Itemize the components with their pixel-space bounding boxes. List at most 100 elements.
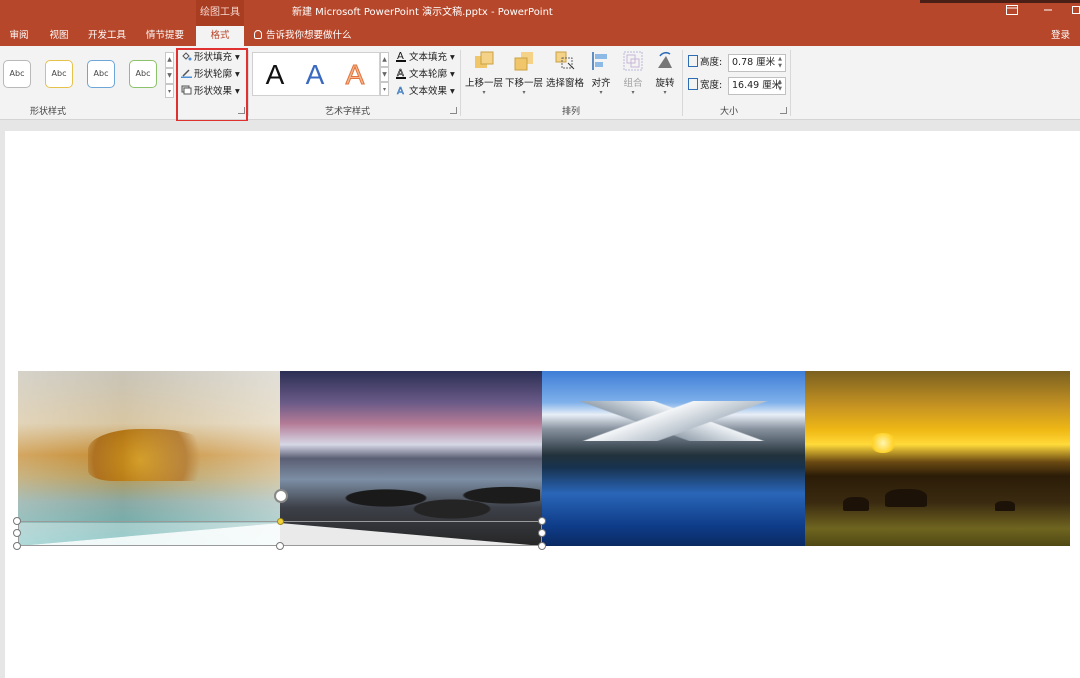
shape-style-2[interactable]: Abc	[45, 60, 73, 88]
width-icon	[688, 78, 698, 90]
shape-style-1[interactable]: Abc	[3, 60, 31, 88]
bring-forward-label: 上移一层	[465, 78, 504, 89]
tab-view[interactable]: 视图	[44, 26, 74, 46]
resize-handle[interactable]	[538, 542, 546, 550]
tab-review[interactable]: 审阅	[4, 26, 34, 46]
tell-me-label: 告诉我你想要做什么	[266, 30, 352, 41]
height-input[interactable]: 0.78 厘米 ▲ ▼	[728, 54, 786, 72]
title-accent-strip	[920, 0, 1080, 3]
gallery-more-icon[interactable]: ▾	[165, 84, 174, 98]
text-fill-button[interactable]: A 文本填充 ▾	[396, 50, 455, 66]
drawing-tools-header: 绘图工具	[196, 0, 244, 26]
adjust-handle[interactable]	[277, 518, 284, 525]
resize-handle[interactable]	[13, 542, 21, 550]
wordart-scroll-down-icon[interactable]: ▼	[380, 67, 389, 82]
highlight-annotation-box	[176, 48, 248, 122]
bring-forward-icon	[475, 51, 494, 68]
resize-handle[interactable]	[538, 517, 546, 525]
shape-style-3[interactable]: Abc	[87, 60, 115, 88]
wordart-style-blue[interactable]: A	[295, 55, 335, 95]
wordart-scroll-up-icon[interactable]: ▲	[380, 52, 389, 67]
arrange-label: 排列	[562, 107, 581, 117]
shape-styles-label: 形状样式	[30, 107, 67, 117]
align-icon	[592, 52, 607, 70]
align-button[interactable]: 对齐 ▾	[590, 50, 612, 97]
shape-styles-gallery: Abc Abc Abc Abc ▲ ▼ ▾	[0, 50, 176, 98]
bring-forward-button[interactable]: 上移一层 ▾	[465, 50, 503, 97]
resize-handle[interactable]	[13, 517, 21, 525]
title-bar: 绘图工具 新建 Microsoft PowerPoint 演示文稿.pptx -…	[0, 0, 1080, 26]
width-value: 16.49 厘米	[732, 80, 782, 91]
text-effects-icon: A	[397, 86, 405, 96]
slide[interactable]	[5, 131, 1080, 678]
maximize-icon[interactable]	[1066, 4, 1080, 20]
login-link[interactable]: 登录	[1051, 26, 1070, 46]
width-input[interactable]: 16.49 厘米 ▲ ▼	[728, 77, 786, 95]
group-divider	[790, 50, 791, 116]
group-divider	[460, 50, 461, 116]
text-fill-label: 文本填充	[409, 52, 448, 63]
group-icon	[623, 51, 643, 71]
lightbulb-icon	[254, 30, 262, 39]
window-title: 新建 Microsoft PowerPoint 演示文稿.pptx - Powe…	[292, 7, 553, 18]
wordart-style-orange[interactable]: A	[335, 55, 375, 95]
height-row: 高度: 0.78 厘米 ▲ ▼	[688, 54, 786, 72]
text-effects-label: 文本效果	[409, 86, 448, 97]
wordart-style-black[interactable]: A	[255, 55, 295, 95]
send-backward-label: 下移一层	[505, 78, 544, 89]
selection-pane-label: 选择窗格	[546, 78, 585, 89]
photo-sunset-horses[interactable]	[805, 371, 1070, 546]
gallery-scroll-up-icon[interactable]: ▲	[165, 52, 174, 68]
resize-handle[interactable]	[13, 529, 21, 537]
text-outline-button[interactable]: A 文本轮廓 ▾	[396, 67, 455, 83]
wordart-more-icon[interactable]: ▾	[380, 82, 389, 96]
send-backward-icon	[514, 52, 533, 71]
wordart-styles-label: 艺术字样式	[325, 107, 371, 117]
resize-handle[interactable]	[538, 529, 546, 537]
height-value: 0.78 厘米	[732, 57, 776, 68]
rotate-handle-icon[interactable]	[274, 489, 288, 503]
size-label: 大小	[720, 107, 739, 117]
gallery-scroll-down-icon[interactable]: ▼	[165, 68, 174, 84]
height-icon	[688, 55, 698, 67]
powerpoint-window: 绘图工具 新建 Microsoft PowerPoint 演示文稿.pptx -…	[0, 0, 1080, 678]
resize-handle[interactable]	[276, 542, 284, 550]
text-fill-icon: A	[396, 51, 406, 62]
group-divider	[248, 50, 249, 116]
restore-ribbon-icon[interactable]	[1002, 4, 1022, 20]
tab-developer[interactable]: 开发工具	[84, 26, 130, 46]
svg-text:A: A	[397, 86, 404, 96]
rotate-icon	[658, 51, 672, 68]
shape-style-4[interactable]: Abc	[129, 60, 157, 88]
width-label: 宽度:	[700, 80, 723, 91]
selection-pane-icon	[555, 51, 575, 70]
ribbon-tab-bar: 审阅 视图 开发工具 情节提要 格式 告诉我你想要做什么 登录	[0, 26, 1080, 46]
tell-me-search[interactable]: 告诉我你想要做什么	[254, 26, 352, 46]
group-button[interactable]: 组合 ▾	[622, 50, 644, 97]
wordart-styles-gallery: A A A	[252, 52, 380, 96]
photo-mountain-lake[interactable]	[542, 371, 805, 546]
text-outline-label: 文本轮廓	[409, 69, 448, 80]
slide-canvas-area	[0, 121, 1080, 678]
height-label: 高度:	[700, 57, 723, 68]
ribbon: Abc Abc Abc Abc ▲ ▼ ▾ 形状样式 形状填充 ▾ 形状轮廓 ▾…	[0, 46, 1080, 122]
photo-rocky-shore[interactable]	[280, 371, 542, 546]
rotate-label: 旋转	[655, 78, 675, 89]
tab-storyboard[interactable]: 情节提要	[140, 26, 190, 46]
photo-autumn-lake[interactable]	[18, 371, 280, 546]
size-launcher-icon[interactable]	[780, 107, 787, 114]
width-spinner-icon[interactable]: ▲ ▼	[776, 79, 784, 93]
minimize-icon[interactable]	[1038, 4, 1058, 20]
rotate-button[interactable]: 旋转 ▾	[654, 50, 676, 97]
height-spinner-icon[interactable]: ▲ ▼	[776, 56, 784, 70]
tab-format[interactable]: 格式	[196, 26, 244, 46]
text-outline-icon: A	[396, 68, 406, 79]
group-divider	[682, 50, 683, 116]
group-label: 组合	[623, 78, 643, 89]
selection-pane-button[interactable]: 选择窗格	[546, 50, 584, 89]
align-label: 对齐	[591, 78, 611, 89]
send-backward-button[interactable]: 下移一层 ▾	[505, 50, 543, 97]
text-effects-button[interactable]: A 文本效果 ▾	[396, 84, 455, 100]
wordart-launcher-icon[interactable]	[450, 107, 457, 114]
width-row: 宽度: 16.49 厘米 ▲ ▼	[688, 77, 786, 95]
